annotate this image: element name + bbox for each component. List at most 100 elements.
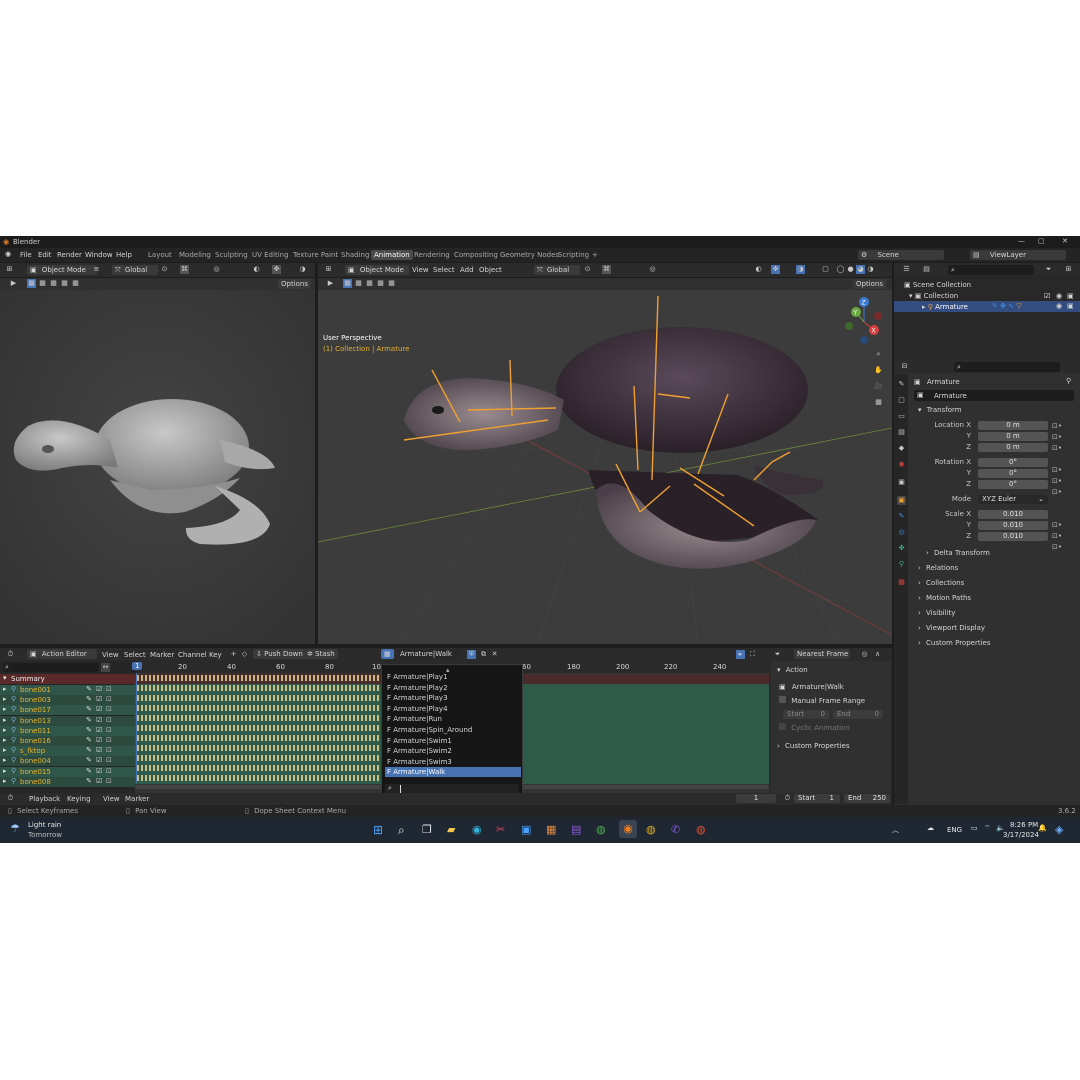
channel-modifier-icon[interactable]: ✎ bbox=[86, 767, 92, 775]
dope-menu-key[interactable]: Key bbox=[209, 650, 222, 660]
snap-icon[interactable]: ⌘ bbox=[180, 265, 189, 274]
rotation-z-field[interactable]: 0° bbox=[978, 480, 1048, 489]
gizmo-icon[interactable]: ✥ bbox=[272, 265, 281, 274]
editor-type-icon[interactable]: ⊞ bbox=[5, 265, 14, 274]
chrome-profile-icon[interactable]: ◍ bbox=[646, 823, 656, 836]
action-list-item[interactable]: F Armature|Swim1 bbox=[385, 736, 521, 746]
scale-y-field[interactable]: 0.010 bbox=[978, 521, 1048, 530]
collection-eye-icon[interactable]: ◉ bbox=[1056, 292, 1062, 300]
tab-compositing[interactable]: Compositing bbox=[454, 251, 498, 259]
main-options-button[interactable]: Options bbox=[853, 279, 887, 289]
channel-modifier-icon[interactable]: ✎ bbox=[86, 716, 92, 724]
lock-icons[interactable]: ⊡• ⊡• ⊡• ⊡• ⊡• ⊡• ⊡• ⊡• ⊡• bbox=[1052, 421, 1062, 553]
action-browse-button[interactable]: ▦ bbox=[381, 649, 394, 659]
menu-object[interactable]: Object bbox=[479, 265, 502, 275]
select-subtract-icon[interactable]: ▦ bbox=[49, 279, 58, 288]
properties-search[interactable]: ⌕ bbox=[954, 362, 1060, 372]
channel-expand-icon[interactable]: ▸ bbox=[3, 736, 7, 744]
timeline-editor-icon[interactable]: ⏱ bbox=[6, 794, 15, 803]
channel-modifier-icon[interactable]: ✎ bbox=[86, 726, 92, 734]
blender-menu-icon[interactable]: ◉ bbox=[5, 250, 11, 258]
menu-render[interactable]: Render bbox=[57, 251, 82, 259]
channel-expand-icon[interactable]: ▸ bbox=[3, 726, 7, 734]
dope-menu-select[interactable]: Select bbox=[124, 650, 146, 660]
main-snap-icon[interactable]: ⌘ bbox=[602, 265, 611, 274]
notification-bell-icon[interactable]: 🔔 bbox=[1038, 824, 1047, 832]
outliner-collection[interactable]: ▾ ▣ Collection bbox=[909, 291, 958, 301]
play-icon[interactable]: ▶ bbox=[9, 279, 18, 288]
menu-window[interactable]: Window bbox=[85, 251, 113, 259]
object-tab-icon[interactable]: ▣ bbox=[897, 496, 906, 505]
tab-modeling[interactable]: Modeling bbox=[179, 251, 211, 259]
view-layer-tab-icon[interactable]: ▤ bbox=[897, 428, 906, 437]
main-select-extend-icon[interactable]: ▦ bbox=[354, 279, 363, 288]
channel-mute-checkbox[interactable]: ☑ bbox=[96, 736, 102, 744]
render-tab-icon[interactable]: ▢ bbox=[897, 396, 906, 405]
keying-menu[interactable]: Keying bbox=[67, 794, 91, 804]
tab-animation[interactable]: Animation bbox=[371, 250, 413, 260]
fake-user-icon[interactable]: ⛨ bbox=[467, 650, 476, 659]
outliner-search[interactable]: ⌕ bbox=[948, 265, 1034, 275]
channel-row[interactable]: ▸ ⚲ bone017 ✎ ☑ ⊡ bbox=[0, 705, 135, 716]
channel-expand-icon[interactable]: ▸ bbox=[3, 716, 7, 724]
minimize-icon[interactable]: — bbox=[1018, 237, 1025, 245]
collections-header[interactable]: › Collections bbox=[918, 578, 964, 588]
snipping-tool-icon[interactable]: ✂ bbox=[496, 823, 505, 836]
tray-chevron-icon[interactable]: ︿ bbox=[892, 825, 899, 835]
summary-row[interactable]: ▾ Summary bbox=[0, 674, 135, 684]
clock-time[interactable]: 8:26 PM bbox=[1010, 821, 1038, 829]
channel-modifier-icon[interactable]: ✎ bbox=[86, 777, 92, 785]
tab-shading[interactable]: Shading bbox=[341, 251, 369, 259]
select-intersect-icon[interactable]: ▦ bbox=[71, 279, 80, 288]
location-y-field[interactable]: 0 m bbox=[978, 432, 1048, 441]
main-gizmo-icon[interactable]: ✥ bbox=[771, 265, 780, 274]
channel-lock-icon[interactable]: ⊡ bbox=[106, 685, 112, 693]
tab-uv-editing[interactable]: UV Editing bbox=[252, 251, 289, 259]
proportional-icon[interactable]: ◎ bbox=[212, 265, 221, 274]
shading-rendered-icon[interactable]: ◑ bbox=[866, 265, 875, 274]
channel-mute-checkbox[interactable]: ☑ bbox=[96, 767, 102, 775]
action-list-item[interactable]: F Armature|Swim3 bbox=[385, 757, 521, 767]
menu-select[interactable]: Select bbox=[433, 265, 455, 275]
action-name-field[interactable]: Armature|Walk bbox=[397, 649, 461, 659]
channel-expand-icon[interactable]: ▸ bbox=[3, 767, 7, 775]
main-play-icon[interactable]: ▶ bbox=[326, 279, 335, 288]
channel-row[interactable]: ▸ ⚲ bone013 ✎ ☑ ⊡ bbox=[0, 715, 135, 726]
channel-mute-checkbox[interactable]: ☑ bbox=[96, 756, 102, 764]
outliner-display-icon[interactable]: ▤ bbox=[922, 265, 931, 274]
channel-lock-icon[interactable]: ⊡ bbox=[106, 716, 112, 724]
channel-mute-checkbox[interactable]: ☑ bbox=[96, 777, 102, 785]
channel-mute-checkbox[interactable]: ☑ bbox=[96, 705, 102, 713]
snap-dropdown[interactable]: Nearest Frame bbox=[794, 649, 850, 659]
clock-date[interactable]: 3/17/2024 bbox=[1003, 831, 1039, 839]
outliner-scene-collection[interactable]: ▣ Scene Collection bbox=[904, 280, 971, 290]
start-frame-field[interactable]: Start 1 bbox=[794, 794, 840, 803]
edge-icon[interactable]: ◉ bbox=[472, 823, 482, 836]
channel-sync-icon[interactable]: ↔ bbox=[101, 663, 110, 672]
network-icon[interactable]: ⌔ bbox=[984, 824, 991, 833]
action-list-item[interactable]: F Armature|Play2 bbox=[385, 683, 521, 693]
left-orientation-dropdown[interactable]: ⤧ Global bbox=[112, 265, 158, 275]
relations-header[interactable]: › Relations bbox=[918, 563, 958, 573]
end-frame-field[interactable]: End 250 bbox=[844, 794, 890, 803]
channel-lock-icon[interactable]: ⊡ bbox=[106, 695, 112, 703]
channel-mute-checkbox[interactable]: ☑ bbox=[96, 695, 102, 703]
maximize-icon[interactable]: ▢ bbox=[1038, 237, 1045, 245]
action-list-item[interactable]: F Armature|Play1 bbox=[385, 672, 521, 682]
onedrive-icon[interactable]: ☁ bbox=[927, 824, 934, 832]
channel-lock-icon[interactable]: ⊡ bbox=[106, 777, 112, 785]
channel-mute-checkbox[interactable]: ☑ bbox=[96, 685, 102, 693]
channel-row[interactable]: ▸ ⚲ s_fktop ✎ ☑ ⊡ bbox=[0, 746, 135, 757]
stopwatch-icon[interactable]: ⏱ bbox=[783, 794, 792, 803]
channel-row[interactable]: ▸ ⚲ bone008 ✎ ☑ ⊡ bbox=[0, 776, 135, 787]
task-view-icon[interactable]: ❐ bbox=[422, 823, 432, 836]
viewport-display-header[interactable]: › Viewport Display bbox=[918, 623, 985, 633]
output-tab-icon[interactable]: ▭ bbox=[897, 412, 906, 421]
scene-selector[interactable]: ⚙ Scene bbox=[858, 250, 944, 260]
main-pivot-icon[interactable]: ⊙ bbox=[583, 265, 592, 274]
main-select-box-icon[interactable]: ▦ bbox=[343, 279, 352, 288]
tab-geometry-nodes[interactable]: Geometry Nodes bbox=[500, 251, 559, 259]
select-box-icon[interactable]: ▦ bbox=[27, 279, 36, 288]
menu-view[interactable]: View bbox=[412, 265, 429, 275]
main-mode-dropdown[interactable]: ▣ Object Mode bbox=[345, 265, 409, 275]
